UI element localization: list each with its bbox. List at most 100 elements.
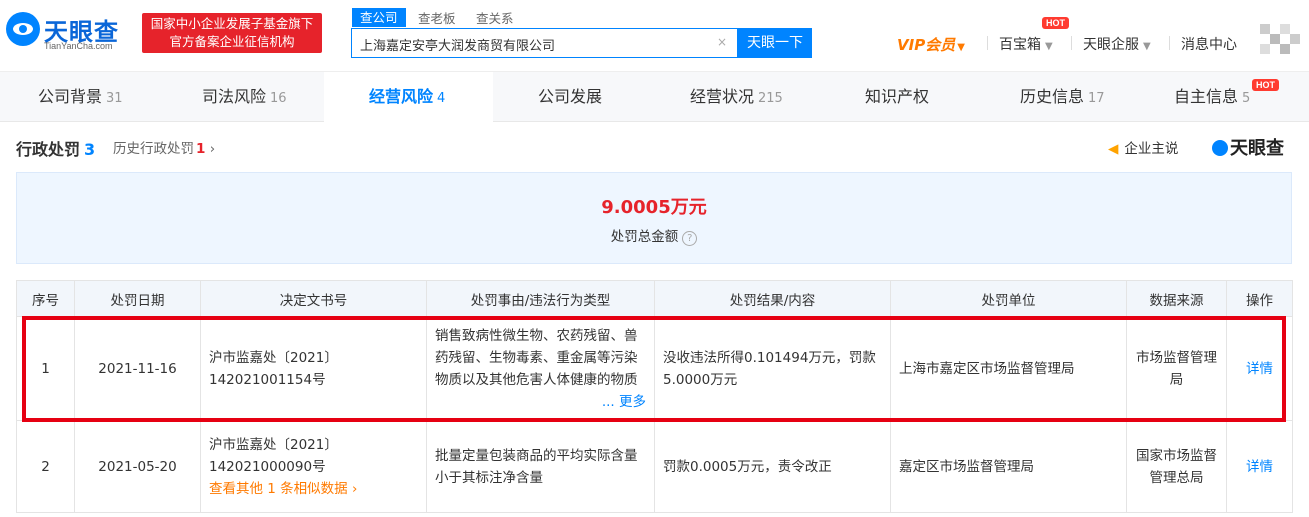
detail-link[interactable]: 详情 bbox=[1246, 361, 1273, 377]
history-count: 1 bbox=[196, 141, 206, 157]
qifu-menu[interactable]: 天眼企服 ▼ bbox=[1083, 34, 1151, 54]
divider bbox=[1071, 36, 1072, 50]
speaker-icon: ◀ bbox=[1108, 141, 1119, 157]
tab-company-development[interactable]: 公司发展 bbox=[538, 72, 602, 122]
tab-count: 5 bbox=[1242, 91, 1251, 106]
header-action: 操作 bbox=[1226, 280, 1293, 317]
official-badge: 国家中小企业发展子基金旗下 官方备案企业征信机构 bbox=[142, 13, 322, 53]
row-reason: 销售致病性微生物、农药残留、兽药残留、生物毒素、重金属等污染物质以及其他危害人体… bbox=[426, 316, 655, 421]
tab-self-info[interactable]: 自主信息 5 bbox=[1174, 72, 1250, 122]
row-unit: 嘉定区市场监督管理局 bbox=[890, 420, 1127, 513]
summary-label-text: 处罚总金额 bbox=[610, 229, 679, 245]
penalty-table: 序号 处罚日期 决定文书号 处罚事由/违法行为类型 处罚结果/内容 处罚单位 数… bbox=[16, 280, 1293, 513]
table-header-row: 序号 处罚日期 决定文书号 处罚事由/违法行为类型 处罚结果/内容 处罚单位 数… bbox=[16, 280, 1293, 317]
tab-label: 经营状况 bbox=[690, 87, 755, 106]
badge-line-1: 国家中小企业发展子基金旗下 bbox=[150, 16, 314, 31]
reason-text: 销售致病性微生物、农药残留、兽药残留、生物毒素、重金属等污染物质以及其他危害人体… bbox=[435, 327, 638, 388]
row-result: 罚款0.0005万元，责令改正 bbox=[654, 420, 891, 513]
tab-bar bbox=[0, 72, 1309, 122]
header-doc-no: 决定文书号 bbox=[200, 280, 427, 317]
row-source: 市场监督管理局 bbox=[1126, 316, 1227, 421]
watermark-brand: 天眼查 bbox=[1230, 138, 1284, 159]
tab-count: 215 bbox=[758, 91, 783, 106]
total-penalty-label: 处罚总金额? bbox=[17, 225, 1291, 246]
search-tab-company[interactable]: 查公司 bbox=[352, 8, 406, 27]
search-button[interactable]: 天眼一下 bbox=[738, 28, 812, 58]
row-action: 详情 bbox=[1226, 420, 1293, 513]
tianyancha-watermark-logo: 天眼查 bbox=[1212, 134, 1284, 160]
more-label: ... 更多 bbox=[601, 393, 646, 410]
tab-judicial-risk[interactable]: 司法风险 16 bbox=[202, 72, 287, 122]
row-index: 2 bbox=[16, 420, 75, 513]
row-doc-no: 沪市监嘉处〔2021〕142021001154号 bbox=[200, 316, 427, 421]
chevron-right-icon: › bbox=[205, 141, 216, 157]
search-tab-relation[interactable]: 查关系 bbox=[476, 8, 514, 27]
baibaoxiang-menu[interactable]: 百宝箱 ▼ bbox=[999, 34, 1053, 54]
tab-operating-status[interactable]: 经营状况 215 bbox=[690, 72, 783, 122]
eye-logo-icon bbox=[1212, 140, 1228, 156]
tab-label: 自主信息 bbox=[1174, 87, 1239, 106]
row-date: 2021-11-16 bbox=[74, 316, 201, 421]
qifu-label: 天眼企服 bbox=[1083, 37, 1139, 53]
hot-badge: HOT bbox=[1042, 17, 1069, 29]
tab-count: 31 bbox=[106, 91, 123, 106]
vip-member-link[interactable]: VIP会员 ▼ bbox=[897, 34, 965, 55]
top-header: 天眼查 TianYanCha.com 国家中小企业发展子基金旗下 官方备案企业征… bbox=[0, 0, 1309, 72]
search-input[interactable]: 上海嘉定安亭大润发商贸有限公司 × bbox=[351, 28, 738, 58]
clear-icon[interactable]: × bbox=[717, 35, 727, 49]
help-icon[interactable]: ? bbox=[682, 231, 698, 246]
message-center-link[interactable]: 消息中心 bbox=[1181, 34, 1237, 54]
section-title-text: 行政处罚 bbox=[16, 140, 81, 159]
table-row: 1 2021-11-16 沪市监嘉处〔2021〕142021001154号 销售… bbox=[16, 316, 1293, 421]
eye-logo-icon bbox=[6, 12, 40, 46]
row-source: 国家市场监督管理总局 bbox=[1126, 420, 1227, 513]
tab-company-background[interactable]: 公司背景 31 bbox=[38, 72, 123, 122]
tab-count: 17 bbox=[1088, 91, 1105, 106]
detail-link[interactable]: 详情 bbox=[1246, 459, 1273, 475]
row-reason: 批量定量包装商品的平均实际含量小于其标注净含量 bbox=[426, 420, 655, 513]
history-penalty-link[interactable]: 历史行政处罚 1 › bbox=[113, 137, 215, 157]
history-label: 历史行政处罚 bbox=[113, 141, 194, 157]
tianyancha-logo[interactable]: 天眼查 TianYanCha.com bbox=[6, 10, 134, 52]
tab-label: 公司发展 bbox=[538, 87, 603, 106]
logo-domain: TianYanCha.com bbox=[44, 41, 113, 51]
tab-label: 司法风险 bbox=[202, 87, 267, 106]
header-result: 处罚结果/内容 bbox=[654, 280, 891, 317]
penalty-summary: 9.0005万元 处罚总金额? bbox=[16, 172, 1292, 264]
row-doc-no: 沪市监嘉处〔2021〕142021000090号 查看其他 1 条相似数据 › bbox=[200, 420, 427, 513]
hot-badge: HOT bbox=[1252, 79, 1279, 91]
divider bbox=[987, 36, 988, 50]
header-date: 处罚日期 bbox=[74, 280, 201, 317]
chevron-down-icon: ▼ bbox=[1045, 41, 1053, 52]
row-action: 详情 bbox=[1226, 316, 1293, 421]
tab-operating-risk[interactable]: 经营风险 4 bbox=[369, 72, 445, 122]
badge-line-2: 官方备案企业征信机构 bbox=[169, 34, 295, 49]
table-row: 2 2021-05-20 沪市监嘉处〔2021〕142021000090号 查看… bbox=[16, 420, 1293, 513]
similar-data-link[interactable]: 查看其他 1 条相似数据 › bbox=[209, 478, 418, 500]
more-link[interactable]: ... 更多 bbox=[435, 391, 646, 413]
section-count: 3 bbox=[84, 140, 96, 159]
similar-label: 查看其他 1 条相似数据 bbox=[209, 480, 348, 497]
row-result: 没收违法所得0.101494万元，罚款5.0000万元 bbox=[654, 316, 891, 421]
row-index: 1 bbox=[16, 316, 75, 421]
enterprise-voice-link[interactable]: ◀ 企业主说 bbox=[1108, 137, 1178, 157]
row-unit: 上海市嘉定区市场监督管理局 bbox=[890, 316, 1127, 421]
search-query: 上海嘉定安亭大润发商贸有限公司 bbox=[360, 39, 556, 54]
tab-intellectual-property[interactable]: 知识产权 bbox=[865, 72, 929, 122]
tab-label: 历史信息 bbox=[1020, 87, 1085, 106]
avatar[interactable] bbox=[1260, 24, 1302, 66]
tab-label: 公司背景 bbox=[38, 87, 103, 106]
row-date: 2021-05-20 bbox=[74, 420, 201, 513]
search-tab-boss[interactable]: 查老板 bbox=[418, 8, 456, 27]
header-reason: 处罚事由/违法行为类型 bbox=[426, 280, 655, 317]
baibaoxiang-label: 百宝箱 bbox=[999, 37, 1041, 53]
doc-no-text: 沪市监嘉处〔2021〕142021000090号 bbox=[209, 436, 338, 475]
chevron-down-icon: ▼ bbox=[957, 42, 965, 53]
header-unit: 处罚单位 bbox=[890, 280, 1127, 317]
total-penalty-amount: 9.0005万元 bbox=[601, 197, 707, 218]
tab-count: 4 bbox=[437, 91, 446, 106]
section-title: 行政处罚 3 bbox=[16, 136, 95, 160]
tab-label: 知识产权 bbox=[865, 87, 930, 106]
tab-history-info[interactable]: 历史信息 17 bbox=[1020, 72, 1105, 122]
header-index: 序号 bbox=[16, 280, 75, 317]
